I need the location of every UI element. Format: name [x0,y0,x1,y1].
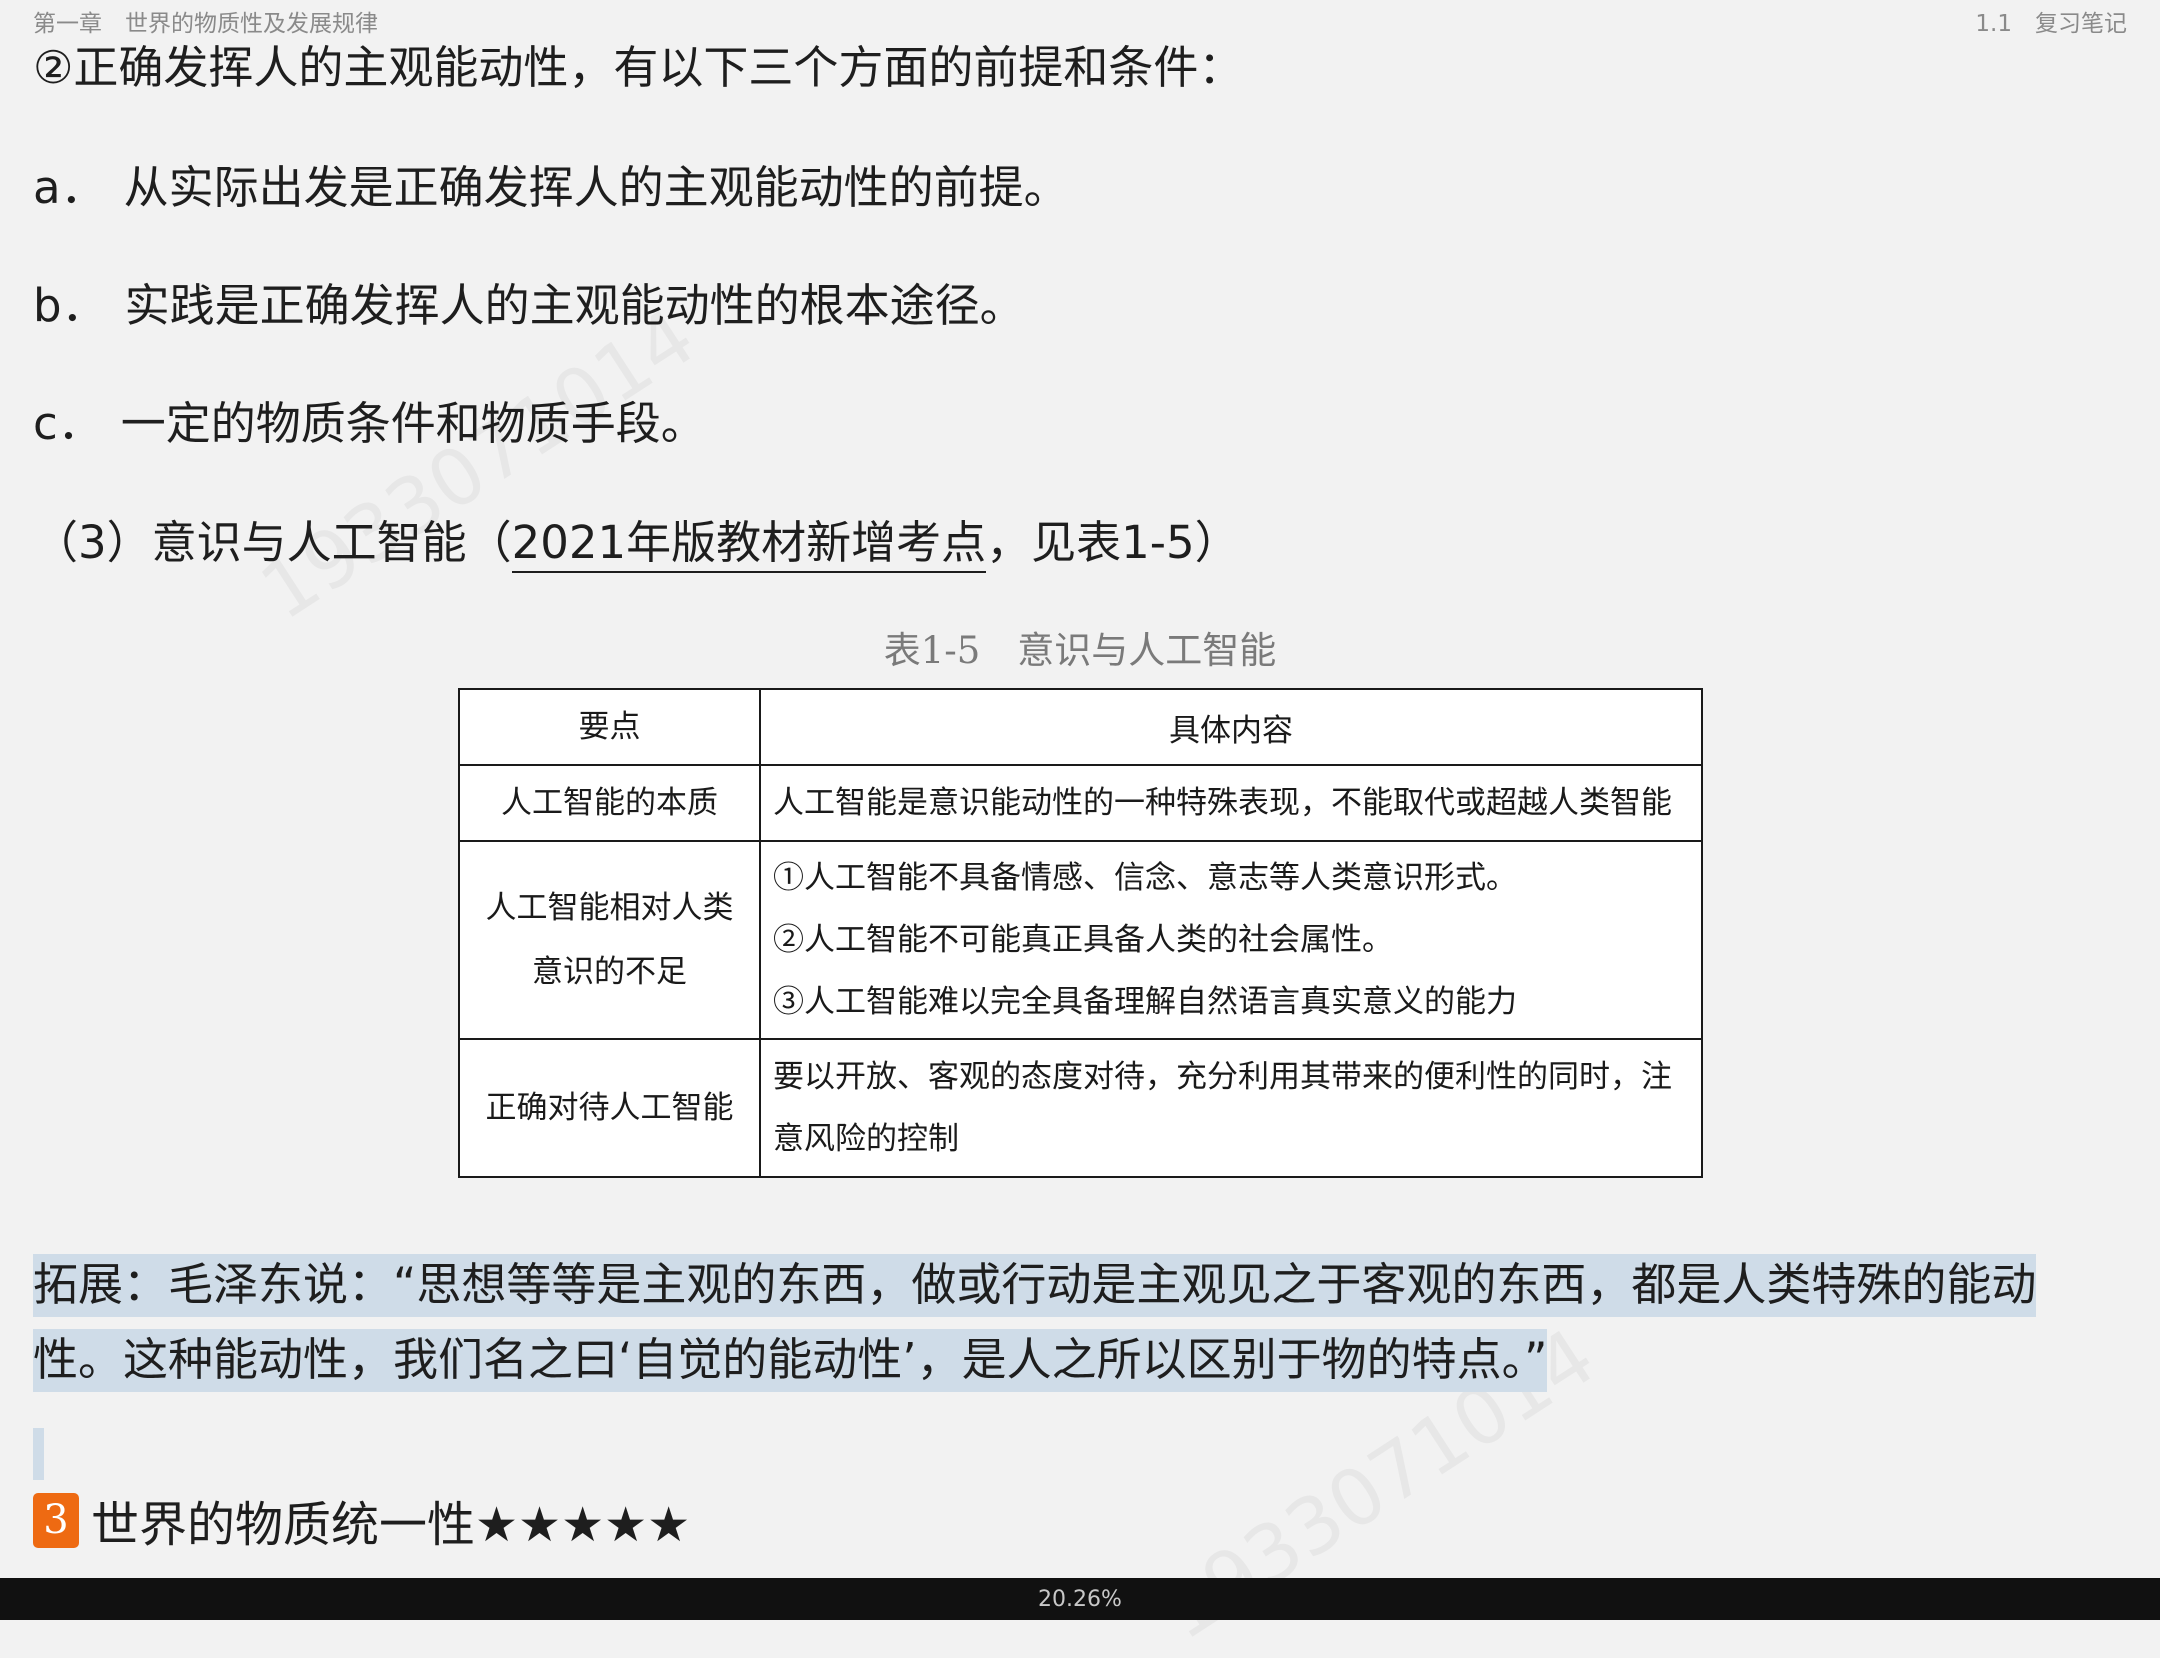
highlight-text[interactable]: 拓展：毛泽东说：“思想等等是主观的东西，做或行动是主观见之于客观的东西，都是人类… [33,1254,2037,1392]
highlighted-quote[interactable]: 拓展：毛泽东说：“思想等等是主观的东西，做或行动是主观见之于客观的东西，都是人类… [33,1247,2118,1397]
list-marker: b． [33,279,107,332]
table-header-row: 要点 具体内容 [458,688,1703,766]
table-row: 人工智能的本质 人工智能是意识能动性的一种特殊表现，不能取代或超越人类智能 [458,764,1703,842]
table-value-cell: 要以开放、客观的态度对待，充分利用其带来的便利性的同时，注 意风险的控制 [759,1038,1703,1178]
chapter-running-head: 第一章 世界的物质性及发展规律 [33,11,378,37]
section-number-badge: 3 [33,1492,79,1548]
subsection-heading: （3）意识与人工智能（2021年版教材新增考点，见表1-5） [33,513,1240,573]
reading-progress-bar[interactable]: 20.26% [0,1578,2160,1620]
list-item-b: b． 实践是正确发挥人的主观能动性的根本途径。 [33,276,1025,336]
table-value-line: ①人工智能不具备情感、信念、意志等人类意识形式。 [773,860,1517,896]
table-row: 正确对待人工智能 要以开放、客观的态度对待，充分利用其带来的便利性的同时，注 意… [458,1038,1703,1178]
table-key-line: 意识的不足 [532,954,687,990]
table-value-line: ③人工智能难以完全具备理解自然语言真实意义的能力 [773,984,1517,1020]
table-key-cell: 人工智能相对人类 意识的不足 [458,840,761,1040]
highlight-margin-bar [33,1428,44,1480]
watermark: 1933071014 [246,292,711,638]
paragraph-conditions: ②正确发挥人的主观能动性，有以下三个方面的前提和条件： [33,41,1244,94]
subsection-heading-text: （3）意识与人工智能（ [33,516,512,569]
table-row: 人工智能相对人类 意识的不足 ①人工智能不具备情感、信念、意志等人类意识形式。 … [458,840,1703,1040]
list-marker: a． [33,161,106,214]
list-item-text: 一定的物质条件和物质手段。 [120,397,706,450]
list-item-c: c． 一定的物质条件和物质手段。 [33,394,706,454]
section-title: 世界的物质统一性★★★★★ [91,1497,691,1553]
table-key-cell: 人工智能的本质 [458,764,761,842]
table-header-cell: 具体内容 [759,688,1703,766]
table-value-cell: 人工智能是意识能动性的一种特殊表现，不能取代或超越人类智能 [759,764,1703,842]
list-item-text: 从实际出发是正确发挥人的主观能动性的前提。 [123,161,1069,214]
content-table: 要点 具体内容 人工智能的本质 人工智能是意识能动性的一种特殊表现，不能取代或超… [458,688,1703,1178]
underlined-note[interactable]: 2021年版教材新增考点 [511,516,987,573]
list-marker: c． [33,397,103,450]
table-value-line: 人工智能是意识能动性的一种特殊表现，不能取代或超越人类智能 [773,785,1672,821]
subsection-heading-text: ，见表1-5） [986,516,1240,569]
table-value-cell: ①人工智能不具备情感、信念、意志等人类意识形式。 ②人工智能不可能真正具备人类的… [759,840,1703,1040]
table-key-line: 人工智能相对人类 [485,890,734,926]
section-heading: 3 世界的物质统一性★★★★★ [33,1490,690,1553]
table-value-line: ②人工智能不可能真正具备人类的社会属性。 [773,922,1393,958]
section-running-head: 1.1 复习笔记 [1975,11,2127,37]
table-value-line: 要以开放、客观的态度对待，充分利用其带来的便利性的同时，注 [773,1059,1672,1095]
reading-progress-label: 20.26% [1038,1586,1122,1612]
table-caption: 表1-5 意识与人工智能 [883,629,1277,672]
table-key-cell: 正确对待人工智能 [458,1038,761,1178]
list-item-text: 实践是正确发挥人的主观能动性的根本途径。 [124,279,1025,332]
list-item-a: a． 从实际出发是正确发挥人的主观能动性的前提。 [33,158,1069,218]
table-value-line: 意风险的控制 [773,1121,959,1157]
table-header-cell: 要点 [458,688,761,766]
